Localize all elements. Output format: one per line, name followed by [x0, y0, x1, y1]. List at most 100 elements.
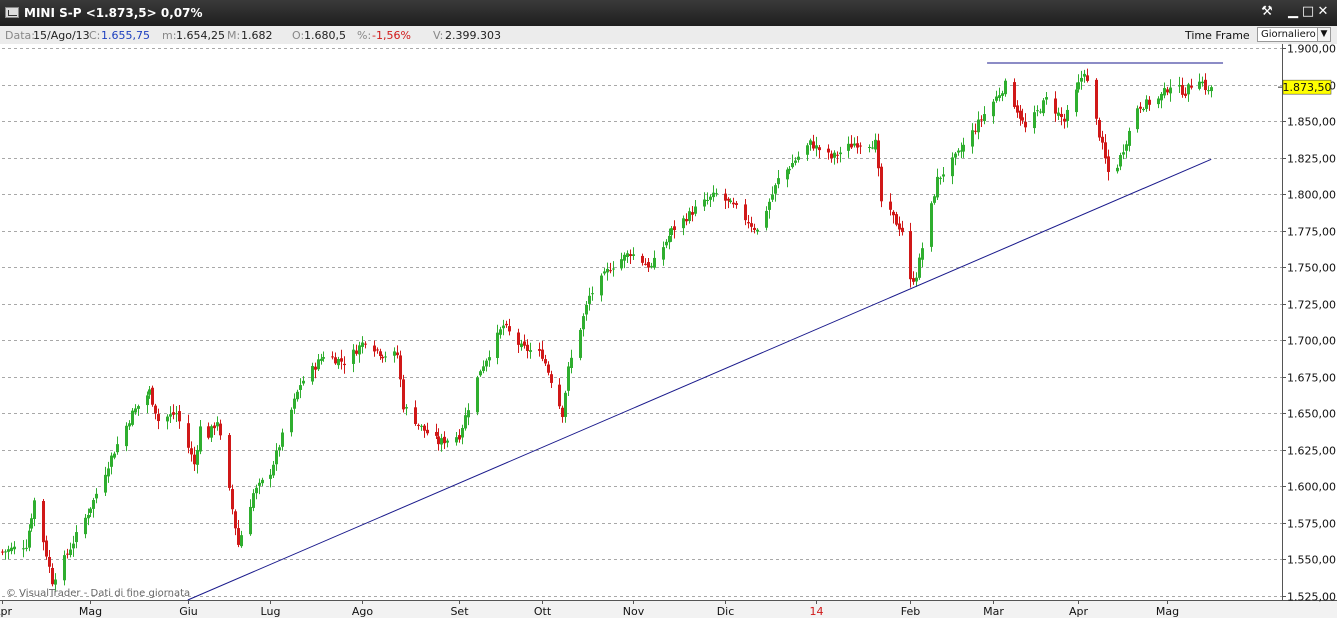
candle-body [520, 343, 523, 348]
candle-body [629, 254, 632, 257]
candle-body [376, 349, 379, 351]
candle-body [146, 395, 149, 406]
candle-body [880, 166, 883, 202]
candle-body [213, 425, 216, 429]
open-label: O: [292, 29, 305, 42]
candle-body [505, 323, 508, 326]
candle-body [255, 487, 258, 494]
candle-body [440, 438, 443, 445]
candle-body [1107, 156, 1110, 172]
candle-body [544, 359, 547, 364]
candle-body [1042, 100, 1045, 114]
candle-body [815, 145, 818, 149]
candle-body [585, 305, 588, 315]
candle-body [381, 356, 384, 359]
price-chart[interactable]: 1.525,00 1.550,00 1.575,00 1.600,00 1.625,00… [0, 44, 1337, 618]
candle-body [777, 178, 780, 185]
candle-body [317, 359, 320, 370]
close-label: C: [89, 29, 101, 42]
candle-body [1021, 117, 1024, 121]
candle-body [942, 174, 945, 177]
candle-body [1, 551, 4, 553]
candle-body [113, 453, 116, 458]
candle-body [901, 227, 904, 233]
candle-body [258, 482, 261, 486]
candle-body [564, 392, 567, 417]
y-tick-label: 1.800,00 [1287, 189, 1336, 202]
candle-body [420, 425, 423, 427]
window-title: MINI S-P <1.873,5> 0,07% [24, 6, 203, 20]
candle-body [921, 248, 924, 260]
chart-window-icon [5, 7, 19, 18]
candle-body [1148, 99, 1151, 105]
candle-body [1125, 144, 1128, 151]
candle-body [1033, 112, 1036, 129]
candle-body [735, 203, 738, 205]
candle-body [609, 270, 612, 272]
y-tick-label: 1.750,00 [1287, 262, 1336, 275]
candle-body [547, 364, 550, 373]
candle-body [962, 144, 965, 152]
candle-body [334, 357, 337, 364]
candle-body [1016, 105, 1019, 113]
candle-body [673, 226, 676, 231]
candle-body [30, 518, 33, 529]
candle-body [240, 535, 243, 547]
candle-body [992, 101, 995, 117]
candle-body [125, 425, 128, 447]
candle-body [137, 406, 140, 409]
candle-body [665, 241, 668, 246]
candle-body [998, 95, 1001, 98]
candle-body [582, 316, 585, 330]
candle-body [131, 410, 134, 425]
candle-body [314, 366, 317, 370]
candle-body [196, 449, 199, 465]
candle-body [358, 345, 361, 355]
candle-body [1190, 85, 1193, 88]
candle-body [396, 352, 399, 356]
y-tick-label: 1.725,00 [1287, 299, 1336, 312]
candle-body [384, 356, 387, 358]
candle-body [1136, 108, 1139, 130]
dropdown-arrow-icon[interactable]: ▼ [1317, 28, 1330, 41]
candle-body [199, 426, 202, 452]
candle-body [343, 363, 346, 366]
candle-body [1057, 112, 1060, 116]
candle-body [1101, 136, 1104, 143]
candle-body [688, 211, 691, 221]
candle-body [859, 145, 862, 147]
candle-body [219, 423, 222, 436]
timeframe-select[interactable]: Giornaliero ▼ [1257, 27, 1331, 42]
candle-body [856, 143, 859, 148]
candle-body [809, 140, 812, 145]
candle-body [275, 450, 278, 465]
low-label: m: [162, 29, 177, 42]
candle-body [1086, 75, 1089, 81]
candle-body [1169, 87, 1172, 94]
candle-body [128, 423, 131, 427]
candle-body [788, 168, 791, 171]
candle-body [1104, 142, 1107, 159]
x-tick-label: Apr [0, 605, 12, 618]
candle-body [912, 278, 915, 282]
candle-body [653, 257, 656, 268]
close-button[interactable]: ✕ [1315, 4, 1331, 20]
minimize-button[interactable]: ▁ [1285, 4, 1301, 20]
x-tick-label: Feb [901, 605, 920, 618]
candle-body [1128, 130, 1131, 146]
candle-body [871, 147, 874, 149]
candle-body [1181, 85, 1184, 95]
candle-body [269, 474, 272, 479]
candle-body [331, 356, 334, 358]
candle-body [1166, 89, 1169, 93]
candle-body [724, 193, 727, 201]
candle-body [458, 435, 461, 440]
candle-body [1060, 113, 1063, 118]
candle-body [234, 511, 237, 529]
candle-body [13, 546, 16, 550]
candle-body [794, 160, 797, 163]
candle-body [812, 141, 815, 149]
wrench-icon[interactable]: ⚒ [1259, 4, 1275, 20]
candle-body [320, 358, 323, 361]
restore-button[interactable]: □ [1300, 4, 1316, 20]
